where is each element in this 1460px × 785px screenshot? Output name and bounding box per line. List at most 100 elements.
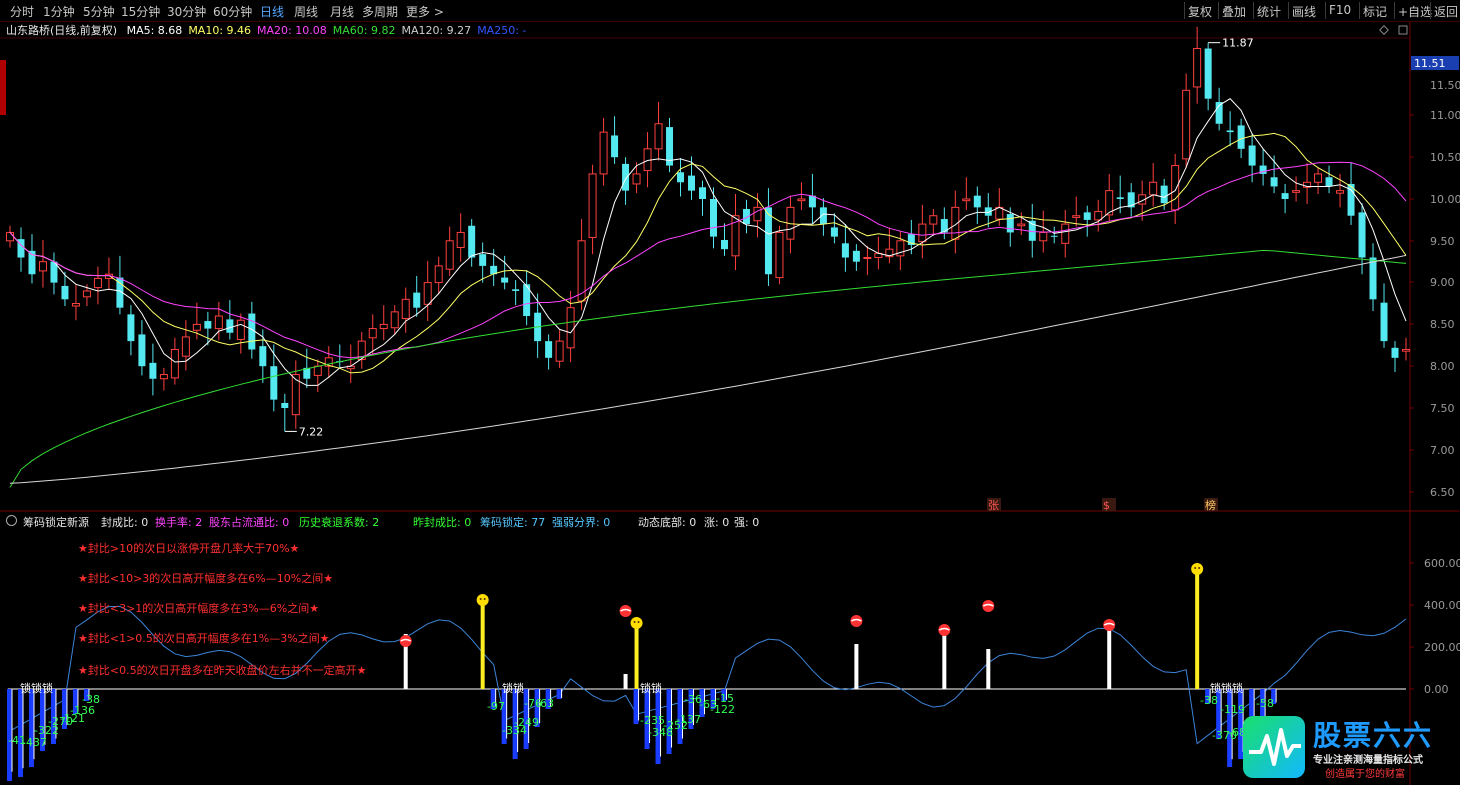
signal-marker-label: 张 [988, 499, 999, 512]
price-tick-label: 7.50 [1430, 402, 1455, 415]
lock-label: 锁锁 [640, 681, 662, 695]
lock-label: 锁锁锁 [1210, 681, 1243, 695]
candle-body-up [1061, 223, 1070, 244]
candle-body-up [368, 328, 377, 339]
candle-body-up [456, 231, 465, 248]
signal-bar [854, 644, 859, 689]
candle-body-up [588, 173, 597, 238]
candle-body-down [281, 402, 289, 408]
candle-body-down [501, 277, 509, 283]
price-tick-label: 7.00 [1430, 444, 1455, 457]
candle-body-up [1182, 89, 1191, 160]
signal-bar [986, 649, 991, 689]
candle-body-down [1237, 125, 1245, 149]
price-tick-label: 9.50 [1430, 235, 1455, 248]
candle-body-down [1281, 193, 1289, 199]
price-tick-label: 11.50 [1430, 79, 1460, 92]
price-tick-label: 10.50 [1430, 151, 1460, 164]
strong-signal-bar [634, 626, 639, 689]
candle-body-down [1358, 212, 1366, 258]
candle-body-down [688, 175, 696, 191]
candle-body-down [545, 341, 553, 358]
candle-body-up [995, 206, 1004, 220]
candle-body-down [764, 207, 772, 275]
candle-body-down [709, 199, 717, 237]
brand-watermark: 股票六六 专业注亲测海量指标公式 创造属于您的财富 [1243, 714, 1460, 785]
signal-bar [942, 632, 947, 689]
smiley-eye [633, 621, 636, 623]
neg-value-label: -63 [536, 697, 554, 710]
ma60-line [9, 249, 1407, 488]
candle-body-down [1369, 257, 1377, 300]
candle-body-up [236, 319, 245, 340]
candle-body-down [841, 243, 849, 258]
indicator-field-0: 封成比: 0 [101, 516, 149, 529]
smiley-eye [479, 598, 482, 600]
candle-body-down [830, 227, 838, 237]
candle-body-down [149, 362, 157, 379]
candle-body-up [566, 307, 575, 349]
ind-axis-label: 200.00 [1424, 641, 1460, 654]
smiley-icon [476, 594, 489, 606]
neg-bar [17, 689, 23, 777]
candle-body-down [1226, 130, 1234, 133]
ind-axis-label: 600.00 [1424, 557, 1460, 570]
candle-body-down [127, 314, 135, 342]
indicator-note-0: ★封比>10的次日以涨停开盘几率大于70%★ [78, 542, 300, 555]
candle-body-up [1149, 181, 1158, 196]
candle-body-down [699, 187, 707, 199]
ind-axis-label: 0.00 [1424, 683, 1449, 696]
indicator-settings-icon[interactable] [6, 515, 17, 526]
neg-value-label: -38 [82, 693, 100, 706]
neg-value-label: -119 [1220, 703, 1245, 716]
ind-axis-label: 400.00 [1424, 599, 1460, 612]
ma10-line [9, 132, 1407, 374]
candle-body-up [797, 198, 806, 202]
candle-body-up [434, 265, 443, 284]
candle-body-up [962, 198, 971, 202]
indicator-field-4: 昨封成比: 0 [413, 516, 472, 529]
price-tick-label: 10.00 [1430, 193, 1460, 206]
candle-body-down [259, 346, 267, 367]
candle-body-up [918, 223, 927, 243]
neg-value-label: -137 [676, 713, 701, 726]
candle-body-down [61, 285, 69, 300]
candle-body-down [1270, 177, 1278, 187]
candle-body-down [852, 250, 860, 262]
candle-body-down [138, 334, 146, 367]
candle-body-down [512, 289, 520, 291]
candle-body-up [1314, 173, 1323, 183]
candle-body-up [632, 173, 641, 185]
indicator-field-2: 股东占流通比: 0 [209, 516, 290, 529]
signal-marker-label: 榜 [1205, 498, 1216, 512]
indicator-note-1: ★封比<10>3的次日高开幅度多在6%—10%之间★ [78, 572, 334, 585]
low-marker-label: 7.22 [299, 425, 324, 438]
brand-subtitle: 专业注亲测海量指标公式 [1313, 755, 1423, 766]
candle-body-down [677, 172, 685, 183]
indicator-name: 筹码锁定新源 [23, 516, 89, 529]
candle-body-up [93, 277, 102, 289]
candle-body-up [1039, 231, 1048, 242]
candle-body-up [1094, 211, 1103, 221]
neg-value-label: -122 [710, 703, 735, 716]
diamond-icon [1379, 25, 1389, 35]
signal-marker-label: $ [1103, 499, 1110, 512]
candle-body-up [445, 240, 454, 270]
candle-body-up [753, 206, 762, 222]
brand-title: 股票六六 [1313, 719, 1434, 752]
candle-body-up [6, 231, 14, 242]
indicator-field-5: 筹码锁定: 77 [480, 516, 546, 529]
candle-body-down [1050, 235, 1058, 237]
high-marker-label: 11.87 [1222, 37, 1254, 50]
candle-body-up [863, 257, 872, 260]
brand-logo-icon [1243, 716, 1305, 778]
candle-body-down [1248, 145, 1256, 166]
smiley-eye [1194, 567, 1197, 569]
signal-bar [623, 674, 628, 689]
candle-body-up [214, 315, 223, 330]
neg-bar [633, 689, 639, 724]
candle-body-down [1160, 185, 1168, 204]
lock-label: 锁锁 [502, 681, 524, 695]
price-tick-label: 9.00 [1430, 276, 1455, 289]
candle-body-up [192, 323, 201, 331]
